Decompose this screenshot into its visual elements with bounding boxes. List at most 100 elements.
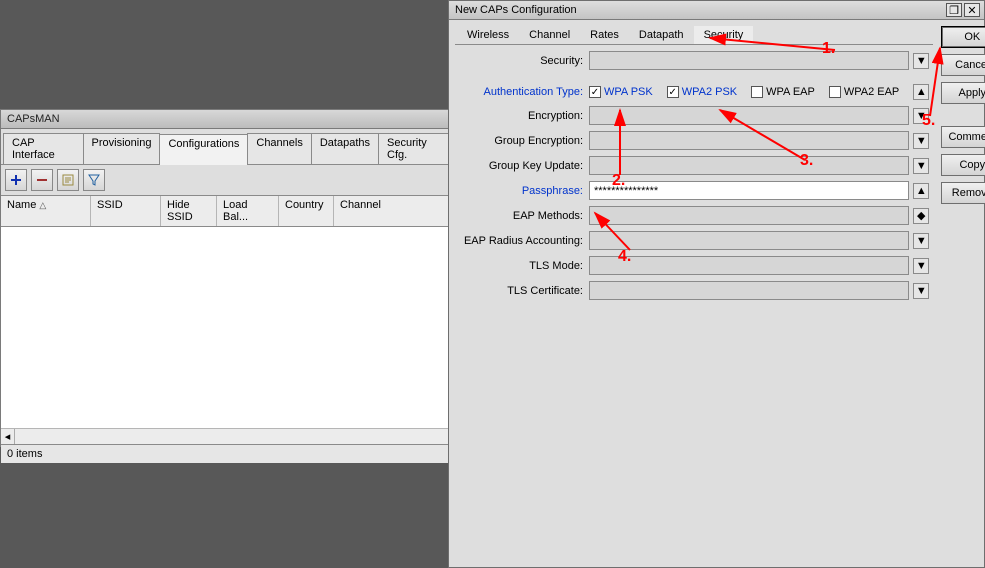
new-caps-dialog: New CAPs Configuration ❐ ✕ Wireless Chan…	[448, 0, 985, 568]
comment-button[interactable]	[57, 169, 79, 191]
chevron-down-icon: ▼	[916, 235, 927, 247]
funnel-icon	[87, 173, 101, 187]
eap-methods-dropdown[interactable]	[589, 206, 909, 225]
group-key-dropdown[interactable]	[589, 156, 909, 175]
chevron-up-icon: ▲	[916, 86, 927, 98]
row-tls-cert: TLS Certificate: ▼	[459, 281, 929, 300]
restore-icon: ❐	[949, 4, 959, 17]
tab-datapaths[interactable]: Datapaths	[311, 133, 379, 164]
tab-channel[interactable]: Channel	[519, 26, 580, 44]
row-encryption: Encryption: ▼	[459, 106, 929, 125]
tab-datapath[interactable]: Datapath	[629, 26, 694, 44]
group-key-toggle[interactable]: ▼	[913, 158, 929, 174]
passphrase-input[interactable]	[589, 181, 909, 200]
cancel-button[interactable]: Cancel	[941, 54, 985, 76]
capsman-title: CAPsMAN	[1, 109, 477, 129]
close-button[interactable]: ✕	[964, 3, 980, 17]
add-button[interactable]	[5, 169, 27, 191]
dialog-tabs: Wireless Channel Rates Datapath Security	[455, 24, 933, 45]
passphrase-collapse[interactable]: ▲	[913, 183, 929, 199]
tls-cert-label: TLS Certificate:	[459, 285, 589, 297]
tls-cert-dropdown[interactable]	[589, 281, 909, 300]
chevron-down-icon: ▼	[916, 285, 927, 297]
scroll-left-icon[interactable]: ◂	[1, 429, 15, 444]
checkbox-wpa-eap[interactable]: WPA EAP	[751, 86, 815, 98]
check-icon	[829, 86, 841, 98]
row-eap-radius: EAP Radius Accounting: ▼	[459, 231, 929, 250]
dialog-left-pane: Wireless Channel Rates Datapath Security…	[455, 24, 933, 560]
chevron-down-icon: ▼	[916, 135, 927, 147]
security-dropdown[interactable]	[589, 51, 909, 70]
capsman-title-text: CAPsMAN	[7, 113, 60, 125]
chevron-down-icon: ▼	[916, 160, 927, 172]
dialog-titlebar: New CAPs Configuration ❐ ✕	[449, 1, 984, 20]
comment-button[interactable]: Comment	[941, 126, 985, 148]
eap-methods-label: EAP Methods:	[459, 210, 589, 222]
encryption-toggle[interactable]: ▼	[913, 108, 929, 124]
tab-rates[interactable]: Rates	[580, 26, 629, 44]
copy-button[interactable]: Copy	[941, 154, 985, 176]
updown-icon: ◆	[917, 209, 925, 222]
minus-icon	[35, 173, 49, 187]
security-toggle[interactable]: ▼	[913, 53, 929, 69]
restore-button[interactable]: ❐	[946, 3, 962, 17]
remove-button-dialog[interactable]: Remove	[941, 182, 985, 204]
capsman-window: CAPsMAN CAP Interface Provisioning Confi…	[0, 109, 478, 447]
tls-mode-dropdown[interactable]	[589, 256, 909, 275]
row-group-encryption: Group Encryption: ▼	[459, 131, 929, 150]
tls-cert-toggle[interactable]: ▼	[913, 283, 929, 299]
tab-security[interactable]: Security	[694, 26, 754, 44]
row-eap-methods: EAP Methods: ◆	[459, 206, 929, 225]
tls-mode-toggle[interactable]: ▼	[913, 258, 929, 274]
chevron-down-icon: ▼	[916, 110, 927, 122]
dialog-body: Wireless Channel Rates Datapath Security…	[449, 20, 984, 566]
capsman-tabs: CAP Interface Provisioning Configuration…	[1, 129, 477, 165]
security-label: Security:	[459, 55, 589, 67]
capsman-footer: 0 items	[1, 445, 477, 463]
eap-radius-dropdown[interactable]	[589, 231, 909, 250]
close-icon: ✕	[967, 4, 976, 17]
col-name[interactable]: Name △	[1, 196, 91, 226]
check-icon	[751, 86, 763, 98]
group-key-label: Group Key Update:	[459, 160, 589, 172]
tab-wireless[interactable]: Wireless	[457, 26, 519, 44]
auth-type-label: Authentication Type:	[459, 86, 589, 98]
eap-methods-toggle[interactable]: ◆	[913, 208, 929, 224]
row-auth-type: Authentication Type: ✓ WPA PSK ✓ WPA2 PS…	[459, 84, 929, 100]
tls-mode-label: TLS Mode:	[459, 260, 589, 272]
tab-channels[interactable]: Channels	[247, 133, 311, 164]
encryption-label: Encryption:	[459, 110, 589, 122]
passphrase-label: Passphrase:	[459, 185, 589, 197]
table-header: Name △ SSID Hide SSID Load Bal... Countr…	[1, 196, 477, 227]
chevron-up-icon: ▲	[916, 185, 927, 197]
encryption-dropdown[interactable]	[589, 106, 909, 125]
dialog-title: New CAPs Configuration	[453, 4, 944, 16]
checkbox-wpa-psk[interactable]: ✓ WPA PSK	[589, 86, 653, 98]
hscrollbar[interactable]: ◂	[1, 428, 477, 444]
checkbox-wpa2-eap[interactable]: WPA2 EAP	[829, 86, 899, 98]
filter-button[interactable]	[83, 169, 105, 191]
row-passphrase: Passphrase: ▲	[459, 181, 929, 200]
chevron-down-icon: ▼	[916, 260, 927, 272]
auth-type-collapse[interactable]: ▲	[913, 84, 929, 100]
capsman-table: Name △ SSID Hide SSID Load Bal... Countr…	[1, 196, 477, 445]
group-encryption-toggle[interactable]: ▼	[913, 133, 929, 149]
checkbox-wpa2-psk[interactable]: ✓ WPA2 PSK	[667, 86, 737, 98]
col-load-bal[interactable]: Load Bal...	[217, 196, 279, 226]
col-hide-ssid[interactable]: Hide SSID	[161, 196, 217, 226]
eap-radius-toggle[interactable]: ▼	[913, 233, 929, 249]
tab-cap-interface[interactable]: CAP Interface	[3, 133, 84, 164]
note-icon	[61, 173, 75, 187]
remove-button[interactable]	[31, 169, 53, 191]
tab-security-cfg[interactable]: Security Cfg.	[378, 133, 454, 164]
row-tls-mode: TLS Mode: ▼	[459, 256, 929, 275]
col-ssid[interactable]: SSID	[91, 196, 161, 226]
tab-provisioning[interactable]: Provisioning	[83, 133, 161, 164]
ok-button[interactable]: OK	[941, 26, 985, 48]
tab-configurations[interactable]: Configurations	[159, 134, 248, 165]
security-form: Security: ▼ Authentication Type: ✓ WPA P…	[455, 45, 933, 300]
dialog-buttons: OK Cancel Apply Comment Copy Remove	[941, 24, 985, 560]
col-country[interactable]: Country	[279, 196, 334, 226]
group-encryption-dropdown[interactable]	[589, 131, 909, 150]
apply-button[interactable]: Apply	[941, 82, 985, 104]
